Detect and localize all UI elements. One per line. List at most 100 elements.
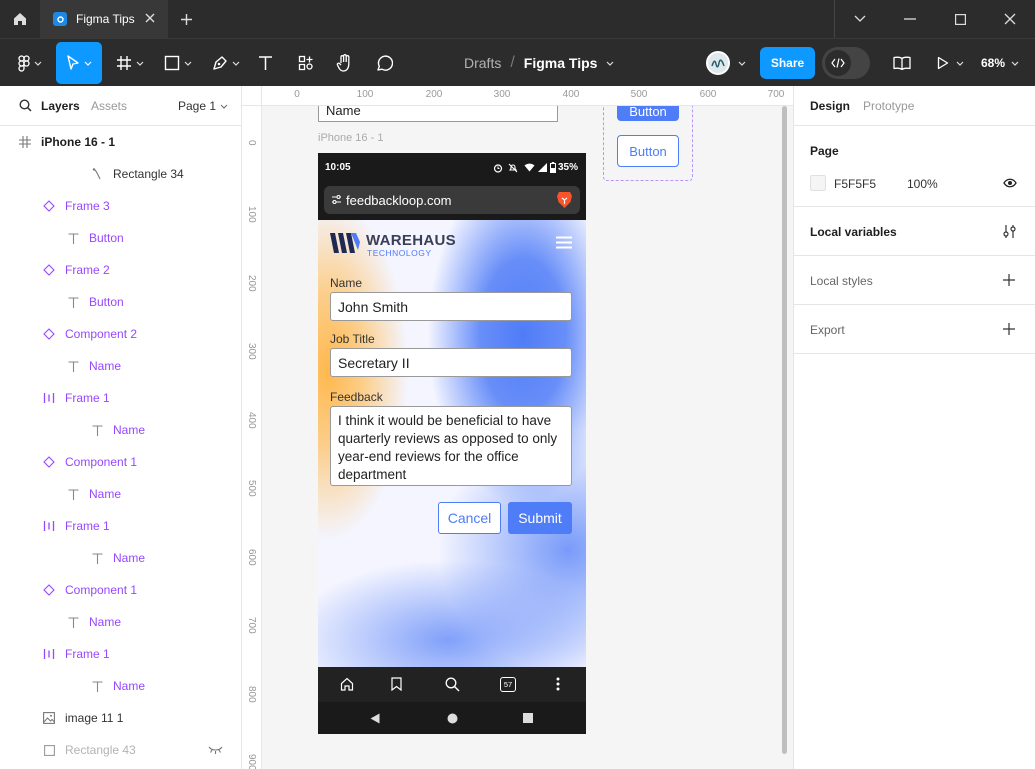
local-variables-title[interactable]: Local variables xyxy=(810,225,897,239)
chevron-down-icon xyxy=(34,61,42,66)
back-triangle-icon[interactable] xyxy=(370,713,380,724)
recents-square-icon[interactable] xyxy=(523,713,533,723)
eye-icon[interactable] xyxy=(1003,178,1017,188)
tab-assets[interactable]: Assets xyxy=(91,99,127,113)
browser-url-bar[interactable]: feedbackloop.com xyxy=(324,186,580,214)
local-variables-section: Local variables xyxy=(794,207,1035,256)
ruler-tick-label: 900 xyxy=(246,754,257,769)
tab-design[interactable]: Design xyxy=(810,99,850,113)
layer-row[interactable]: Rectangle 34 xyxy=(0,158,241,190)
search-icon[interactable] xyxy=(19,99,32,112)
ruler-tick-label: 800 xyxy=(246,686,257,703)
feedback-textarea[interactable]: I think it would be beneficial to have q… xyxy=(330,406,572,486)
layer-row[interactable]: image 11 1 xyxy=(0,702,241,734)
layer-row[interactable]: Frame 1 xyxy=(0,638,241,670)
layer-row[interactable]: Rectangle 43 xyxy=(0,734,241,766)
close-window-button[interactable] xyxy=(1000,9,1020,29)
cancel-button[interactable]: Cancel xyxy=(438,502,501,534)
comment-tool-button[interactable] xyxy=(370,39,398,87)
more-vertical-icon[interactable] xyxy=(556,677,560,691)
user-menu-button[interactable] xyxy=(702,39,750,87)
home-icon[interactable] xyxy=(340,677,354,691)
resources-button[interactable] xyxy=(292,39,320,87)
tabs-menu-button[interactable] xyxy=(850,9,870,29)
bookmark-icon[interactable] xyxy=(391,677,402,691)
file-tab[interactable]: Figma Tips xyxy=(40,0,168,38)
home-button[interactable] xyxy=(0,0,40,38)
plus-icon[interactable] xyxy=(1003,323,1015,335)
dev-mode-toggle[interactable] xyxy=(822,47,870,79)
android-nav-bar xyxy=(318,702,586,734)
hamburger-menu-icon[interactable] xyxy=(556,236,572,249)
plus-icon xyxy=(180,13,192,25)
move-tool-button[interactable] xyxy=(56,42,102,84)
canvas-button-secondary[interactable]: Button xyxy=(617,135,679,167)
layer-row[interactable]: Frame 2 xyxy=(0,254,241,286)
home-circle-icon[interactable] xyxy=(447,713,458,724)
close-tab-icon[interactable] xyxy=(143,11,157,25)
layer-row[interactable]: Name xyxy=(0,478,241,510)
layer-row[interactable]: Frame 1 xyxy=(0,382,241,414)
breadcrumb-drafts[interactable]: Drafts xyxy=(464,55,501,71)
page-opacity[interactable]: 100% xyxy=(907,177,938,191)
job-title-input[interactable]: Secretary II xyxy=(330,348,572,377)
auto-layout-icon xyxy=(42,647,56,661)
layer-row[interactable]: iPhone 16 - 1 xyxy=(0,126,241,158)
maximize-button[interactable] xyxy=(950,9,970,29)
layer-row[interactable]: Component 1 xyxy=(0,446,241,478)
file-name[interactable]: Figma Tips xyxy=(524,55,598,71)
signal-icon xyxy=(538,163,547,172)
main-menu-button[interactable] xyxy=(10,39,50,87)
iphone-frame[interactable]: 10:05 35% feedbackloop.com WAREHAUS TECH… xyxy=(318,153,586,734)
layer-row[interactable]: Button xyxy=(0,222,241,254)
zoom-level: 68% xyxy=(981,56,1006,70)
search-icon[interactable] xyxy=(445,677,460,692)
page-color-swatch[interactable] xyxy=(810,175,826,191)
home-icon xyxy=(14,13,26,25)
canvas[interactable]: Name iPhone 16 - 1 Button Button 10:05 3… xyxy=(242,86,793,769)
tabs-count-icon[interactable]: 57 xyxy=(500,677,516,692)
text-tool-button[interactable] xyxy=(252,39,278,87)
layer-row[interactable]: Frame 3 xyxy=(0,190,241,222)
breadcrumb: Drafts / Figma Tips xyxy=(464,39,614,87)
zoom-menu[interactable]: 68% xyxy=(981,39,1019,87)
chevron-down-icon xyxy=(184,61,192,66)
layer-name: Frame 1 xyxy=(65,519,110,533)
minimize-button[interactable] xyxy=(900,9,920,29)
frame-label[interactable]: iPhone 16 - 1 xyxy=(318,132,383,144)
maximize-icon xyxy=(954,13,966,25)
page-selector[interactable]: Page 1 xyxy=(178,99,228,113)
tab-prototype[interactable]: Prototype xyxy=(863,99,914,113)
layer-name: Name xyxy=(89,359,122,373)
pen-tool-button[interactable] xyxy=(206,39,246,87)
frame-tool-button[interactable] xyxy=(110,39,150,87)
layer-row[interactable]: Component 1 xyxy=(0,574,241,606)
sliders-icon[interactable] xyxy=(1003,224,1016,239)
present-button[interactable] xyxy=(932,39,968,87)
page-color-hex[interactable]: F5F5F5 xyxy=(834,177,876,191)
library-button[interactable] xyxy=(888,39,916,87)
text-icon xyxy=(90,551,104,565)
layer-row[interactable]: Name xyxy=(0,414,241,446)
layer-row[interactable]: Frame 1 xyxy=(0,510,241,542)
chevron-down-icon xyxy=(1011,61,1019,66)
layer-row[interactable]: Name xyxy=(0,670,241,702)
layer-row[interactable]: Name xyxy=(0,350,241,382)
hidden-eye-icon[interactable] xyxy=(208,746,223,754)
tab-layers[interactable]: Layers xyxy=(41,99,80,113)
layer-row[interactable]: Button xyxy=(0,286,241,318)
shape-tool-button[interactable] xyxy=(158,39,198,87)
share-button[interactable]: Share xyxy=(760,47,815,79)
breadcrumb-separator: / xyxy=(510,54,515,71)
layer-row[interactable]: Name xyxy=(0,542,241,574)
layer-row[interactable]: Component 2 xyxy=(0,318,241,350)
submit-button[interactable]: Submit xyxy=(508,502,572,534)
chevron-down-icon[interactable] xyxy=(606,61,614,66)
new-tab-button[interactable] xyxy=(176,9,196,29)
plus-icon[interactable] xyxy=(1003,274,1015,286)
export-section: Export xyxy=(794,305,1035,354)
layer-row[interactable]: Name xyxy=(0,606,241,638)
name-input[interactable]: John Smith xyxy=(330,292,572,321)
canvas-scrollbar[interactable] xyxy=(782,106,787,754)
hand-tool-button[interactable] xyxy=(330,39,358,87)
